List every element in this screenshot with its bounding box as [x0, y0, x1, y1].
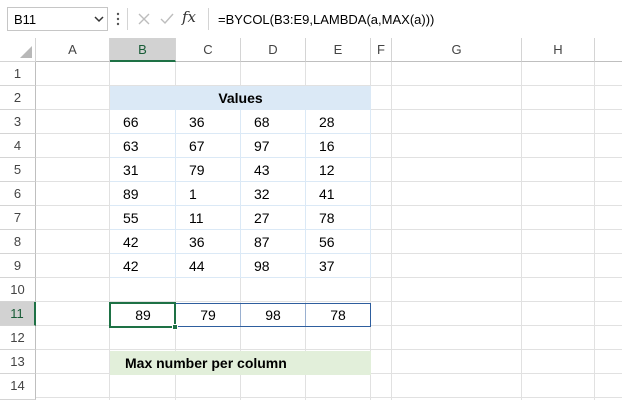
fx-label: fx — [182, 8, 197, 26]
table-cell[interactable]: 98 — [241, 254, 306, 278]
row-header-1[interactable]: 1 — [0, 62, 36, 86]
row-header-10[interactable]: 10 — [0, 278, 36, 302]
select-all-triangle-icon — [20, 46, 32, 58]
column-header-f[interactable]: F — [371, 38, 392, 62]
table-cell[interactable]: 66 — [110, 110, 176, 134]
column-header-d[interactable]: D — [241, 38, 306, 62]
row-header-13[interactable]: 13 — [0, 350, 36, 374]
insert-function-icon[interactable]: fx — [182, 8, 204, 30]
column-header-b[interactable]: B — [110, 38, 176, 62]
table-cell[interactable]: 28 — [306, 110, 371, 134]
table-cell[interactable]: 67 — [176, 134, 241, 158]
table-cell[interactable]: 37 — [306, 254, 371, 278]
table-cell[interactable]: 97 — [241, 134, 306, 158]
row-header-2[interactable]: 2 — [0, 86, 36, 110]
table-cell[interactable]: 63 — [110, 134, 176, 158]
formula-bar: B11 fx — [0, 0, 622, 38]
table-cell[interactable]: 27 — [241, 206, 306, 230]
grid-hline — [36, 397, 622, 398]
row-header-14[interactable]: 14 — [0, 374, 36, 400]
table-cell[interactable]: 36 — [176, 230, 241, 254]
column-header-e[interactable]: E — [306, 38, 371, 62]
table-cell[interactable]: 42 — [110, 230, 176, 254]
table-cell[interactable]: 36 — [176, 110, 241, 134]
table-cell[interactable]: 31 — [110, 158, 176, 182]
formula-input[interactable] — [212, 7, 618, 31]
table-cell[interactable]: 68 — [241, 110, 306, 134]
cancel-icon[interactable] — [134, 9, 154, 29]
select-all-button[interactable] — [0, 38, 36, 62]
row-header-4[interactable]: 4 — [0, 134, 36, 158]
chevron-down-icon[interactable] — [92, 10, 106, 28]
table-cell[interactable]: 44 — [176, 254, 241, 278]
more-options-icon[interactable] — [115, 10, 121, 28]
column-header-next[interactable] — [595, 38, 622, 62]
formula-separator-2 — [208, 8, 209, 30]
name-box[interactable]: B11 — [7, 7, 108, 31]
table-cell[interactable]: 89 — [110, 182, 176, 206]
row-header-6[interactable]: 6 — [0, 182, 36, 206]
column-header-g[interactable]: G — [392, 38, 522, 62]
column-header-h[interactable]: H — [522, 38, 595, 62]
result-cell[interactable]: 78 — [306, 304, 370, 326]
table-cell[interactable]: 87 — [241, 230, 306, 254]
table-cell[interactable]: 55 — [110, 206, 176, 230]
result-cell[interactable]: 79 — [176, 304, 241, 326]
note-label[interactable]: Max number per column — [110, 351, 371, 375]
values-header[interactable]: Values — [110, 86, 371, 110]
table-cell[interactable]: 32 — [241, 182, 306, 206]
table-cell[interactable]: 56 — [306, 230, 371, 254]
active-cell-outline[interactable] — [109, 302, 176, 328]
table-cell[interactable]: 41 — [306, 182, 371, 206]
table-cell[interactable]: 11 — [176, 206, 241, 230]
grid-hline — [36, 349, 622, 350]
fill-handle[interactable] — [172, 324, 178, 330]
row-header-11[interactable]: 11 — [0, 302, 36, 326]
row-header-5[interactable]: 5 — [0, 158, 36, 182]
table-cell[interactable]: 78 — [306, 206, 371, 230]
name-box-value: B11 — [14, 12, 37, 27]
row-header-3[interactable]: 3 — [0, 110, 36, 134]
column-header-c[interactable]: C — [176, 38, 241, 62]
table-cell[interactable]: 79 — [176, 158, 241, 182]
table-cell[interactable]: 1 — [176, 182, 241, 206]
row-header-12[interactable]: 12 — [0, 326, 36, 350]
enter-icon[interactable] — [157, 9, 177, 29]
table-cell[interactable]: 16 — [306, 134, 371, 158]
values-table: 66 36 68 28 63 67 97 16 31 79 43 12 89 1… — [110, 110, 371, 278]
table-cell[interactable]: 12 — [306, 158, 371, 182]
table-cell[interactable]: 42 — [110, 254, 176, 278]
row-header-8[interactable]: 8 — [0, 230, 36, 254]
row-header-7[interactable]: 7 — [0, 206, 36, 230]
formula-separator — [127, 8, 128, 30]
row-header-9[interactable]: 9 — [0, 254, 36, 278]
result-cell[interactable]: 98 — [241, 304, 306, 326]
table-cell[interactable]: 43 — [241, 158, 306, 182]
column-header-a[interactable]: A — [36, 38, 110, 62]
